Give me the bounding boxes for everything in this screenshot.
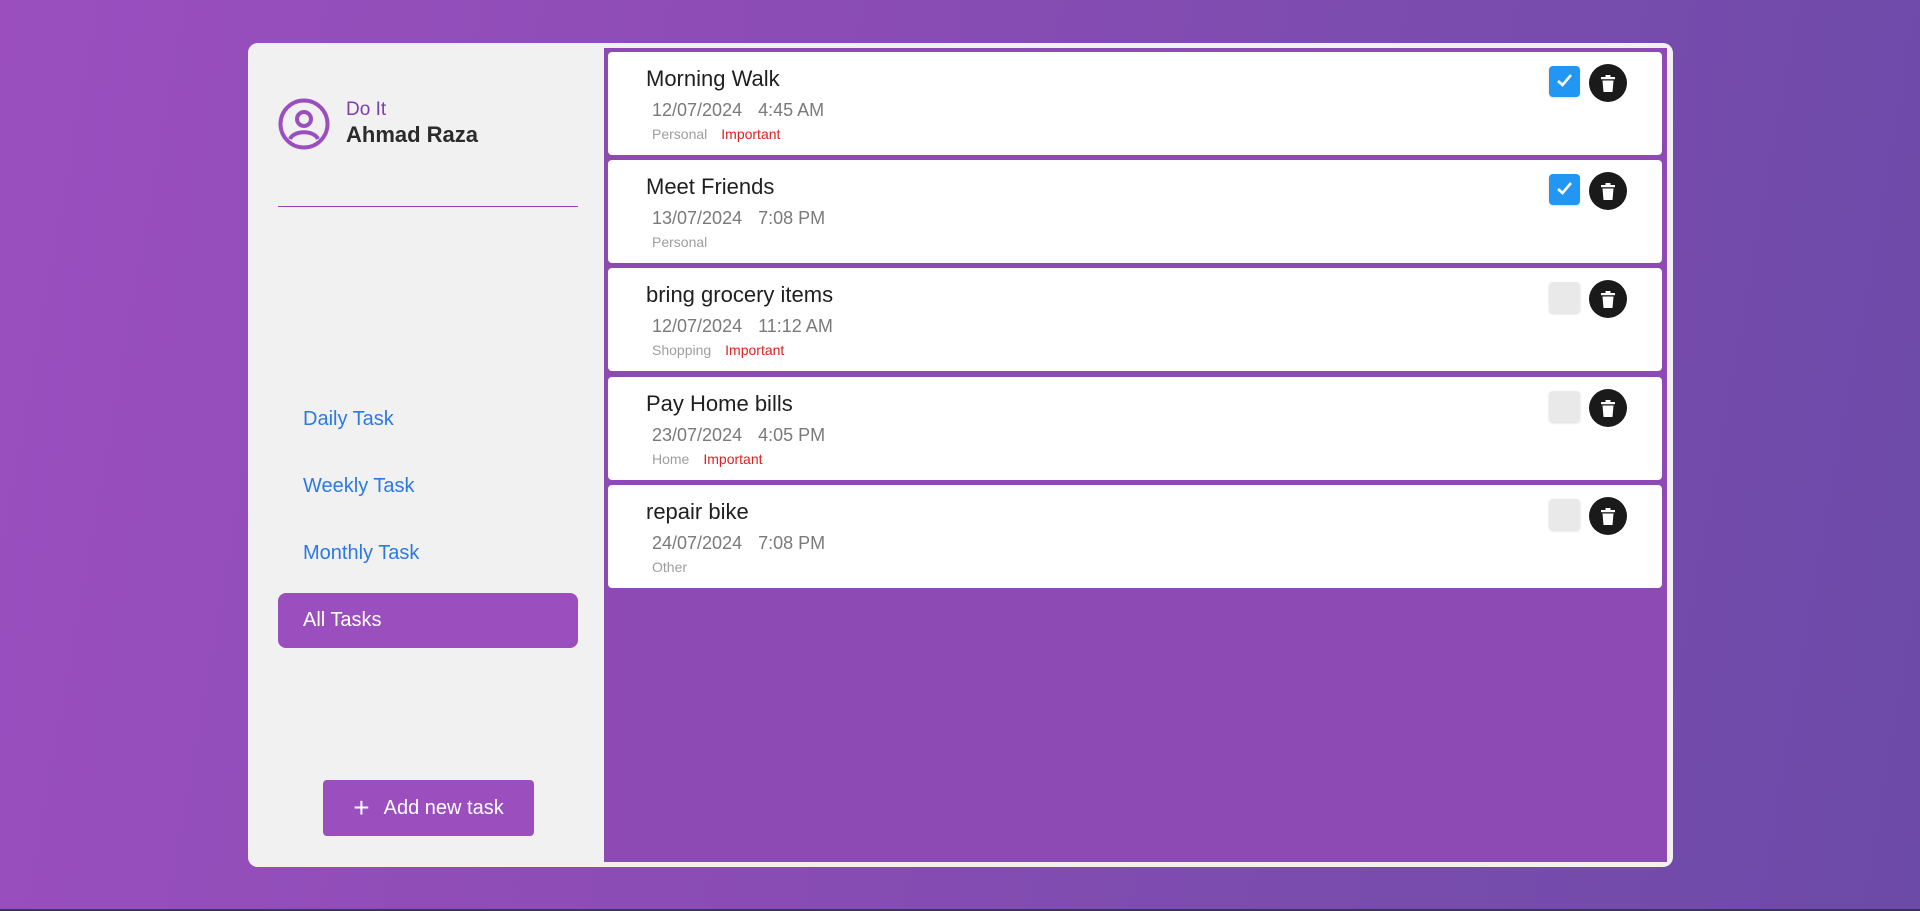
profile: Do It Ahmad Raza xyxy=(278,98,478,150)
app-name: Do It xyxy=(346,99,387,120)
delete-task-button[interactable] xyxy=(1589,64,1627,102)
task-card: repair bike 24/07/2024 7:08 PM Other xyxy=(608,485,1662,588)
app-window: Do It Ahmad Raza Daily Task Weekly Task … xyxy=(248,43,1673,867)
task-title: Meet Friends xyxy=(646,174,775,199)
user-circle-icon xyxy=(278,98,330,150)
task-important-tag: Important xyxy=(721,126,781,142)
task-time: 4:45 AM xyxy=(758,100,825,120)
task-complete-checkbox[interactable] xyxy=(1549,66,1580,97)
task-time: 7:08 PM xyxy=(758,533,826,553)
task-complete-checkbox[interactable] xyxy=(1549,499,1580,530)
task-time: 11:12 AM xyxy=(758,316,833,336)
trash-icon xyxy=(1601,399,1615,417)
task-tags: Other xyxy=(652,559,687,575)
add-new-task-button[interactable]: + Add new task xyxy=(323,780,534,836)
user-name: Ahmad Raza xyxy=(346,122,479,147)
trash-icon xyxy=(1601,74,1615,92)
add-new-task-label: Add new task xyxy=(383,796,504,819)
task-complete-checkbox[interactable] xyxy=(1549,174,1580,205)
task-meta: 13/07/2024 7:08 PM xyxy=(652,208,825,229)
task-category: Shopping xyxy=(652,342,712,358)
task-tags: Personal Important xyxy=(652,126,780,142)
delete-task-button[interactable] xyxy=(1589,172,1627,210)
task-category: Home xyxy=(652,451,690,467)
nav-menu: Daily Task Weekly Task Monthly Task All … xyxy=(278,392,578,660)
task-time: 4:05 PM xyxy=(758,425,826,445)
nav-item-daily-task[interactable]: Daily Task xyxy=(278,392,578,447)
task-card: Morning Walk 12/07/2024 4:45 AM Personal I… xyxy=(608,52,1662,155)
task-tags: Personal xyxy=(652,234,707,250)
task-date: 24/07/2024 xyxy=(652,533,743,553)
task-title: bring grocery items xyxy=(646,282,834,307)
trash-icon xyxy=(1601,507,1615,525)
task-tags: Shopping Important xyxy=(652,342,784,358)
task-meta: 23/07/2024 4:05 PM xyxy=(652,425,825,446)
task-complete-checkbox[interactable] xyxy=(1549,282,1580,313)
delete-task-button[interactable] xyxy=(1589,389,1627,427)
task-meta: 12/07/2024 4:45 AM xyxy=(652,100,824,121)
nav-item-all-tasks[interactable]: All Tasks xyxy=(278,593,578,648)
trash-icon xyxy=(1601,290,1615,308)
task-date: 23/07/2024 xyxy=(652,425,743,445)
task-card: Meet Friends 13/07/2024 7:08 PM Personal xyxy=(608,160,1662,263)
profile-text: Do It Ahmad Raza xyxy=(346,99,478,149)
task-card: bring grocery items 12/07/2024 11:12 AM S… xyxy=(608,268,1662,371)
divider xyxy=(278,206,578,207)
task-title: Pay Home bills xyxy=(646,391,793,416)
task-time: 7:08 PM xyxy=(758,208,826,228)
trash-icon xyxy=(1601,182,1615,200)
plus-icon: + xyxy=(353,792,370,823)
nav-item-weekly-task[interactable]: Weekly Task xyxy=(278,459,578,514)
check-icon xyxy=(1557,182,1572,195)
task-tags: Home Important xyxy=(652,451,763,467)
task-category: Personal xyxy=(652,234,708,250)
task-important-tag: Important xyxy=(703,451,763,467)
task-date: 12/07/2024 xyxy=(652,316,743,336)
delete-task-button[interactable] xyxy=(1589,497,1627,535)
task-complete-checkbox[interactable] xyxy=(1549,391,1580,422)
check-icon xyxy=(1557,74,1572,87)
task-important-tag: Important xyxy=(725,342,785,358)
task-category: Personal xyxy=(652,126,708,142)
task-card: Pay Home bills 23/07/2024 4:05 PM Home Imp… xyxy=(608,377,1662,480)
task-meta: 24/07/2024 7:08 PM xyxy=(652,533,825,554)
nav-item-monthly-task[interactable]: Monthly Task xyxy=(278,526,578,581)
task-category: Other xyxy=(652,559,688,575)
sidebar: Do It Ahmad Raza Daily Task Weekly Task … xyxy=(248,43,604,867)
task-title: repair bike xyxy=(646,499,749,524)
delete-task-button[interactable] xyxy=(1589,280,1627,318)
task-list-panel: Morning Walk 12/07/2024 4:45 AM Personal I… xyxy=(604,48,1667,862)
task-title: Morning Walk xyxy=(646,66,780,91)
task-date: 12/07/2024 xyxy=(652,100,743,120)
task-date: 13/07/2024 xyxy=(652,208,743,228)
task-meta: 12/07/2024 11:12 AM xyxy=(652,316,833,337)
